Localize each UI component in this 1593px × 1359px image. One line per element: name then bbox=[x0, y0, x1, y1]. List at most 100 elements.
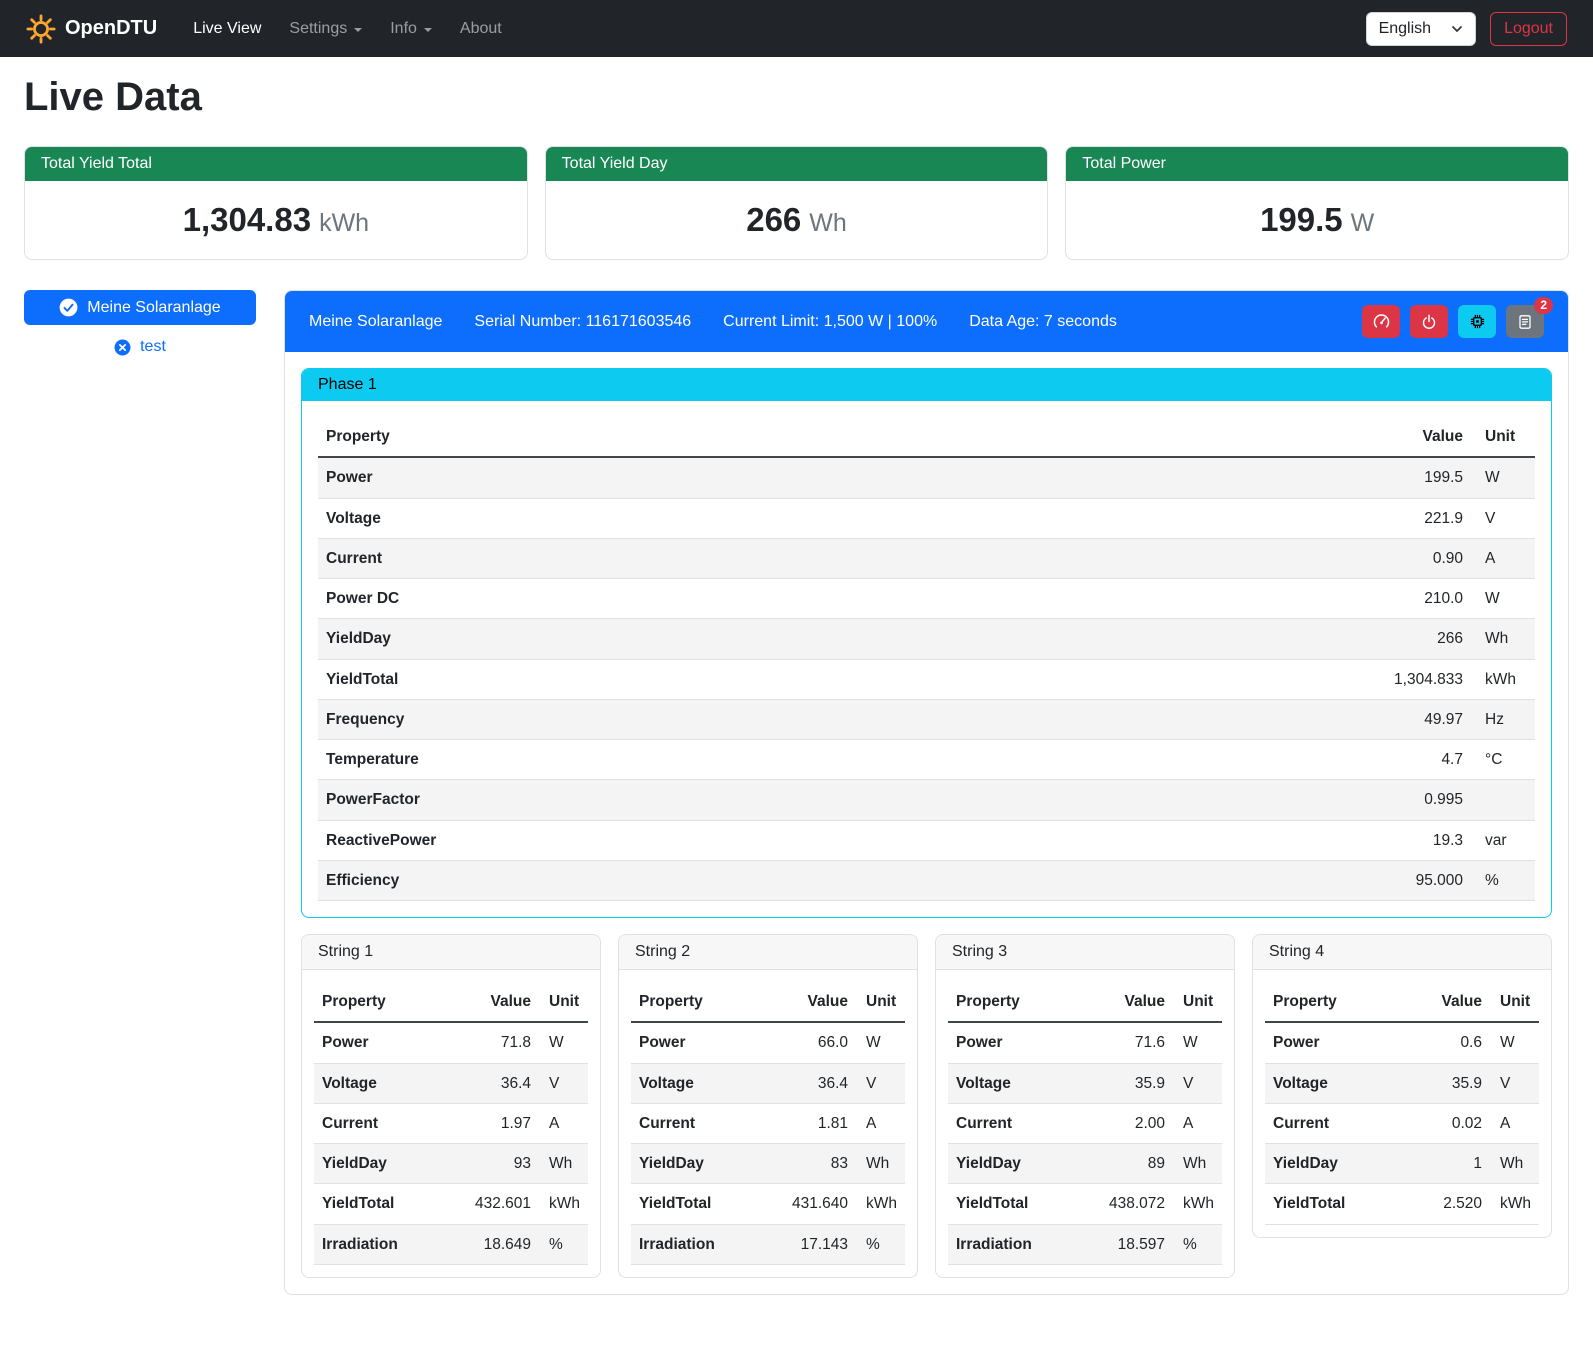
check-circle-icon bbox=[59, 298, 78, 317]
column-header-unit: Unit bbox=[539, 982, 588, 1022]
property-cell: Current bbox=[318, 538, 1007, 578]
property-cell: Voltage bbox=[314, 1063, 440, 1103]
table-row: Power66.0W bbox=[631, 1022, 905, 1063]
value-cell: 0.90 bbox=[1007, 538, 1471, 578]
nav-item-info[interactable]: Info bbox=[376, 12, 446, 46]
property-cell: PowerFactor bbox=[318, 780, 1007, 820]
value-cell: 71.8 bbox=[440, 1022, 539, 1063]
table-row: Voltage35.9V bbox=[948, 1063, 1222, 1103]
power-button[interactable] bbox=[1410, 305, 1448, 338]
table-row: Power71.8W bbox=[314, 1022, 588, 1063]
x-circle-icon bbox=[114, 339, 131, 356]
property-cell: YieldTotal bbox=[318, 659, 1007, 699]
sun-logo-icon bbox=[26, 14, 56, 44]
summary-card-total-yield-day: Total Yield Day 266Wh bbox=[545, 146, 1049, 260]
language-select[interactable]: English bbox=[1366, 12, 1476, 46]
inverter-select-button-test[interactable]: test bbox=[24, 333, 256, 361]
summary-card-value: 199.5 bbox=[1260, 201, 1343, 238]
table-row: Current1.81A bbox=[631, 1103, 905, 1143]
summary-card-value: 1,304.83 bbox=[183, 201, 311, 238]
column-header-unit: Unit bbox=[1471, 417, 1535, 457]
phase-card: Phase 1 Property Value Unit Power199.5WV… bbox=[301, 368, 1552, 918]
logout-button[interactable]: Logout bbox=[1490, 12, 1567, 46]
brand[interactable]: OpenDTU bbox=[26, 14, 157, 44]
table-row: Power0.6W bbox=[1265, 1022, 1539, 1063]
summary-card-title: Total Power bbox=[1066, 147, 1568, 181]
inverter-select-button-meine-solaranlage[interactable]: Meine Solaranlage bbox=[24, 290, 256, 325]
table-header-row: Property Value Unit bbox=[948, 982, 1222, 1022]
column-header-property: Property bbox=[318, 417, 1007, 457]
string-card-4: String 4 Property Value Unit bbox=[1252, 934, 1552, 1238]
nav-item-live-view[interactable]: Live View bbox=[179, 12, 275, 46]
property-cell: Irradiation bbox=[948, 1224, 1074, 1264]
value-cell: 83 bbox=[757, 1144, 856, 1184]
event-log-button[interactable]: 2 bbox=[1506, 305, 1544, 338]
property-cell: Voltage bbox=[1265, 1063, 1402, 1103]
table-row: YieldDay83Wh bbox=[631, 1144, 905, 1184]
column-header-property: Property bbox=[314, 982, 440, 1022]
property-cell: Irradiation bbox=[314, 1224, 440, 1264]
unit-cell: W bbox=[1490, 1022, 1539, 1063]
property-cell: YieldTotal bbox=[948, 1184, 1074, 1224]
summary-card-title: Total Yield Total bbox=[25, 147, 527, 181]
value-cell: 1.97 bbox=[440, 1103, 539, 1143]
value-cell: 95.000 bbox=[1007, 860, 1471, 900]
value-cell: 438.072 bbox=[1074, 1184, 1173, 1224]
table-header-row: Property Value Unit bbox=[314, 982, 588, 1022]
unit-cell: W bbox=[1471, 579, 1535, 619]
nav-item-settings[interactable]: Settings bbox=[275, 12, 376, 46]
unit-cell: V bbox=[1173, 1063, 1222, 1103]
value-cell: 0.6 bbox=[1402, 1022, 1490, 1063]
property-cell: YieldDay bbox=[1265, 1144, 1402, 1184]
column-header-value: Value bbox=[1402, 982, 1490, 1022]
table-row: Efficiency95.000% bbox=[318, 860, 1535, 900]
value-cell: 432.601 bbox=[440, 1184, 539, 1224]
device-info-button[interactable] bbox=[1458, 305, 1496, 338]
chevron-down-icon bbox=[424, 28, 432, 32]
table-row: Irradiation18.649% bbox=[314, 1224, 588, 1264]
unit-cell: Wh bbox=[1490, 1144, 1539, 1184]
summary-card-total-yield-total: Total Yield Total 1,304.83kWh bbox=[24, 146, 528, 260]
value-cell: 49.97 bbox=[1007, 699, 1471, 739]
property-cell: Current bbox=[1265, 1103, 1402, 1143]
value-cell: 35.9 bbox=[1074, 1063, 1173, 1103]
unit-cell: V bbox=[1471, 498, 1535, 538]
table-header-row: Property Value Unit bbox=[631, 982, 905, 1022]
unit-cell: kWh bbox=[539, 1184, 588, 1224]
table-row: Power DC210.0W bbox=[318, 579, 1535, 619]
inverter-name: Meine Solaranlage bbox=[87, 299, 220, 317]
table-row: Voltage221.9V bbox=[318, 498, 1535, 538]
property-cell: YieldTotal bbox=[631, 1184, 757, 1224]
property-cell: YieldDay bbox=[948, 1144, 1074, 1184]
phase-card-title: Phase 1 bbox=[302, 369, 1551, 401]
inverter-sidebar: Meine Solaranlage test bbox=[24, 290, 256, 361]
property-cell: Power bbox=[318, 457, 1007, 498]
column-header-value: Value bbox=[440, 982, 539, 1022]
page-title: Live Data bbox=[24, 75, 1569, 120]
summary-cards-row: Total Yield Total 1,304.83kWh Total Yiel… bbox=[24, 146, 1569, 260]
value-cell: 17.143 bbox=[757, 1224, 856, 1264]
nav-item-about[interactable]: About bbox=[446, 12, 516, 46]
column-header-value: Value bbox=[757, 982, 856, 1022]
value-cell: 71.6 bbox=[1074, 1022, 1173, 1063]
unit-cell: % bbox=[1471, 860, 1535, 900]
property-cell: Power bbox=[314, 1022, 440, 1063]
property-cell: Power DC bbox=[318, 579, 1007, 619]
table-row: YieldDay266Wh bbox=[318, 619, 1535, 659]
column-header-property: Property bbox=[631, 982, 757, 1022]
table-row: Voltage36.4V bbox=[314, 1063, 588, 1103]
limit-settings-button[interactable] bbox=[1362, 305, 1400, 338]
event-count-badge: 2 bbox=[1534, 297, 1553, 314]
brand-label: OpenDTU bbox=[65, 17, 157, 40]
unit-cell: Wh bbox=[856, 1144, 905, 1184]
table-row: YieldTotal432.601kWh bbox=[314, 1184, 588, 1224]
table-row: Voltage35.9V bbox=[1265, 1063, 1539, 1103]
unit-cell: Wh bbox=[1471, 619, 1535, 659]
property-cell: YieldDay bbox=[318, 619, 1007, 659]
property-cell: Current bbox=[948, 1103, 1074, 1143]
property-cell: Power bbox=[1265, 1022, 1402, 1063]
column-header-value: Value bbox=[1074, 982, 1173, 1022]
string-table: Property Value Unit Power0.6WVoltage35.9… bbox=[1265, 982, 1539, 1225]
cpu-icon bbox=[1469, 313, 1486, 330]
unit-cell: W bbox=[539, 1022, 588, 1063]
